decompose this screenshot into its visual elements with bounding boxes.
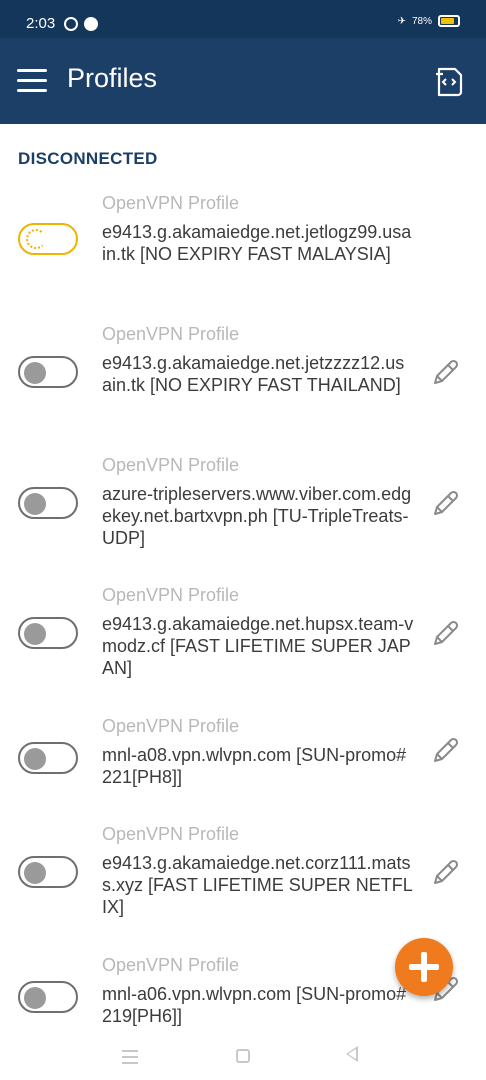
pencil-icon[interactable] [430,487,462,519]
pencil-icon[interactable] [430,617,462,649]
back-icon[interactable] [346,1046,358,1062]
toggle-knob [24,623,46,645]
page-title: Profiles [67,63,158,93]
hamburger-menu-icon[interactable] [17,69,47,93]
home-icon[interactable] [236,1049,250,1063]
toggle-knob [24,987,46,1009]
profile-type-label: OpenVPN Profile [102,955,240,975]
notification-ring-icon [64,17,78,31]
profile-type-label: OpenVPN Profile [102,824,240,844]
battery-percent: 78% [411,15,432,27]
pencil-icon[interactable] [430,356,462,388]
profile-name: mnl-a08.vpn.wlvpn.com [SUN-promo#221[PH8… [102,745,407,787]
profile-name: azure-tripleservers.www.viber.com.edgeke… [102,484,412,548]
profile-type-label: OpenVPN Profile [102,455,240,475]
profile-name: e9413.g.akamaiedge.net.jetlogz99.usain.t… [102,222,412,264]
pencil-icon[interactable] [430,856,462,888]
system-nav-bar [0,1040,486,1080]
recent-apps-icon[interactable] [122,1050,138,1068]
battery-icon [438,15,460,27]
profile-type-label: OpenVPN Profile [102,585,240,605]
profile-name: e9413.g.akamaiedge.net.hupsx.team-vmodz.… [102,614,414,678]
app-bar: Profiles [0,38,486,124]
connect-toggle[interactable] [18,617,78,649]
section-header: DISCONNECTED [18,149,158,168]
toggle-knob [24,748,46,770]
connect-toggle[interactable] [18,981,78,1013]
profile-type-label: OpenVPN Profile [102,324,240,344]
toggle-knob [24,493,46,515]
pencil-icon[interactable] [430,734,462,766]
connect-toggle[interactable] [18,487,78,519]
toggle-knob [24,362,46,384]
import-file-icon[interactable] [433,66,465,98]
connect-toggle[interactable] [18,742,78,774]
profile-type-label: OpenVPN Profile [102,716,240,736]
toggle-knob [24,862,46,884]
airplane-mode-icon: ✈ [397,15,406,27]
connect-toggle[interactable] [18,356,78,388]
profile-name: e9413.g.akamaiedge.net.jetzzzz12.usain.t… [102,353,405,395]
connect-toggle[interactable] [18,223,78,255]
profile-type-label: OpenVPN Profile [102,193,240,213]
connecting-spinner-icon [26,229,46,249]
status-right: ✈ 78% [398,15,460,27]
status-time: 2:03 [26,15,56,32]
profile-name: e9413.g.akamaiedge.net.corz111.matss.xyz… [102,853,413,917]
profile-name: mnl-a06.vpn.wlvpn.com [SUN-promo#219[PH6… [102,984,407,1026]
connect-toggle[interactable] [18,856,78,888]
add-profile-button[interactable] [395,938,453,996]
messenger-icon [84,17,98,31]
